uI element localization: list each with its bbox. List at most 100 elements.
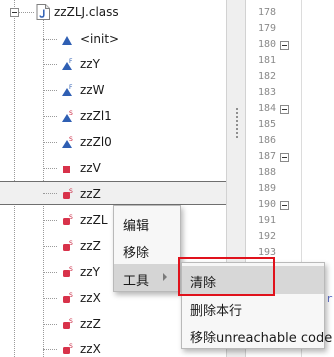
submenu-item-label: 清除 (190, 276, 217, 291)
tree-member-label: zzX (80, 342, 101, 356)
tree-member-label: zzZ (80, 317, 101, 331)
fold-toggle-icon[interactable] (280, 201, 289, 210)
svg-text:S: S (69, 188, 73, 195)
svg-text:S: S (69, 266, 73, 273)
class-node-label: zzZLJ.class (54, 5, 119, 19)
tree-guide-line (43, 39, 57, 40)
line-number: 183 (258, 87, 277, 98)
tree-guide-line (43, 272, 57, 273)
tree-member-label: zzZl0 (80, 135, 112, 149)
fold-toggle-icon[interactable] (280, 105, 289, 114)
splitter-grip-dot (236, 108, 238, 110)
field-final-icon: F (62, 84, 73, 96)
red-square-icon (63, 166, 70, 173)
tree-member-label: <init> (80, 32, 120, 46)
splitter-grip-dot (236, 124, 238, 126)
line-number: 193 (258, 247, 277, 258)
submenu-arrow-icon (163, 273, 167, 281)
method-static-icon: S (63, 266, 73, 277)
line-number: 190 (258, 199, 277, 210)
tree-member-row-selected[interactable]: S zzZ (0, 181, 226, 205)
context-menu: 编辑 移除 工具 (113, 205, 181, 292)
tree-guide-line (43, 142, 57, 143)
tree-guide-line (43, 246, 57, 247)
splitter-grip-dot (236, 136, 238, 138)
field-static-icon: S (62, 136, 73, 148)
class-node-row[interactable]: zzZLJ.class (0, 0, 226, 24)
line-number: 185 (258, 119, 277, 130)
tree-guide-line (43, 168, 57, 169)
svg-text:F: F (69, 84, 73, 91)
menu-item-edit[interactable]: 编辑 (114, 209, 180, 236)
submenu-item-delete-line[interactable]: 删除本行 (182, 294, 324, 322)
splitter-grip-dot (236, 128, 238, 130)
tree-member-label: zzV (80, 161, 101, 175)
tree-member-row[interactable]: S zzZl1 (0, 104, 226, 128)
line-number: 189 (258, 183, 277, 194)
line-number: 178 (258, 7, 277, 18)
method-static-icon: S (63, 318, 73, 329)
fold-toggle-icon[interactable] (280, 153, 289, 162)
tools-submenu: 清除 删除本行 移除unreachable code (181, 262, 332, 349)
submenu-item-remove-unreachable-code[interactable]: 移除unreachable code (182, 321, 332, 349)
method-static-icon: S (63, 188, 73, 199)
svg-text:S: S (69, 110, 73, 117)
line-number: 186 (258, 135, 277, 146)
tree-member-label: zzW (80, 83, 105, 97)
fold-toggle-icon[interactable] (280, 41, 289, 50)
tree-guide-line (43, 90, 57, 91)
method-static-icon: S (63, 343, 73, 354)
line-number: 179 (258, 23, 277, 34)
splitter-grip-dot (236, 116, 238, 118)
tree-guide-line (43, 64, 57, 65)
line-number: 181 (258, 55, 277, 66)
tree-member-label: zzY (80, 265, 100, 279)
svg-text:S: S (69, 240, 73, 247)
line-number: 182 (258, 71, 277, 82)
splitter-grip-dot (236, 132, 238, 134)
svg-text:S: S (69, 318, 73, 325)
submenu-item-label: 移除unreachable code (190, 331, 333, 346)
tree-member-label: zzX (80, 291, 101, 305)
menu-item-tools[interactable]: 工具 (114, 264, 180, 291)
tree-member-label: zzZl1 (80, 109, 112, 123)
svg-text:S: S (69, 292, 73, 299)
svg-text:S: S (69, 343, 73, 350)
code-fragment: r: (326, 292, 334, 305)
svg-text:F: F (69, 58, 73, 65)
menu-item-label: 编辑 (123, 219, 150, 234)
collapse-icon[interactable] (10, 8, 19, 17)
line-number: 191 (258, 215, 277, 226)
line-number: 188 (258, 167, 277, 178)
splitter-grip-dot (236, 112, 238, 114)
tree-guide-line (43, 324, 57, 325)
tree-member-row[interactable]: S zzZl0 (0, 130, 226, 154)
tree-member-label: zzZ (80, 187, 101, 201)
method-static-icon: S (63, 292, 73, 303)
tree-guide-line (43, 220, 57, 221)
submenu-item-clear[interactable]: 清除 (182, 266, 324, 294)
tree-member-row[interactable]: <init> (0, 27, 226, 51)
line-number: 184 (258, 103, 277, 114)
line-number: 180 (258, 39, 277, 50)
tree-guide-line (43, 116, 57, 117)
method-static-icon: S (63, 240, 73, 251)
menu-item-remove[interactable]: 移除 (114, 236, 180, 263)
tree-member-row[interactable]: zzV (0, 156, 226, 180)
tree-member-label: zzY (80, 57, 100, 71)
line-number: 187 (258, 151, 277, 162)
tree-member-row[interactable]: F zzY (0, 52, 226, 76)
menu-item-label: 工具 (123, 274, 150, 289)
tree-member-row[interactable]: F zzW (0, 78, 226, 102)
java-class-file-icon (36, 4, 50, 20)
method-static-icon: S (63, 214, 73, 225)
tree-member-label: zzZ (80, 239, 101, 253)
tree-guide-line (43, 349, 57, 350)
submenu-item-label: 删除本行 (190, 304, 243, 319)
tree-member-label: zzZL (80, 213, 108, 227)
line-number: 192 (258, 231, 277, 242)
field-static-icon: S (62, 110, 73, 122)
svg-text:S: S (69, 214, 73, 221)
tree-guide-line (43, 193, 57, 194)
svg-text:S: S (69, 136, 73, 143)
